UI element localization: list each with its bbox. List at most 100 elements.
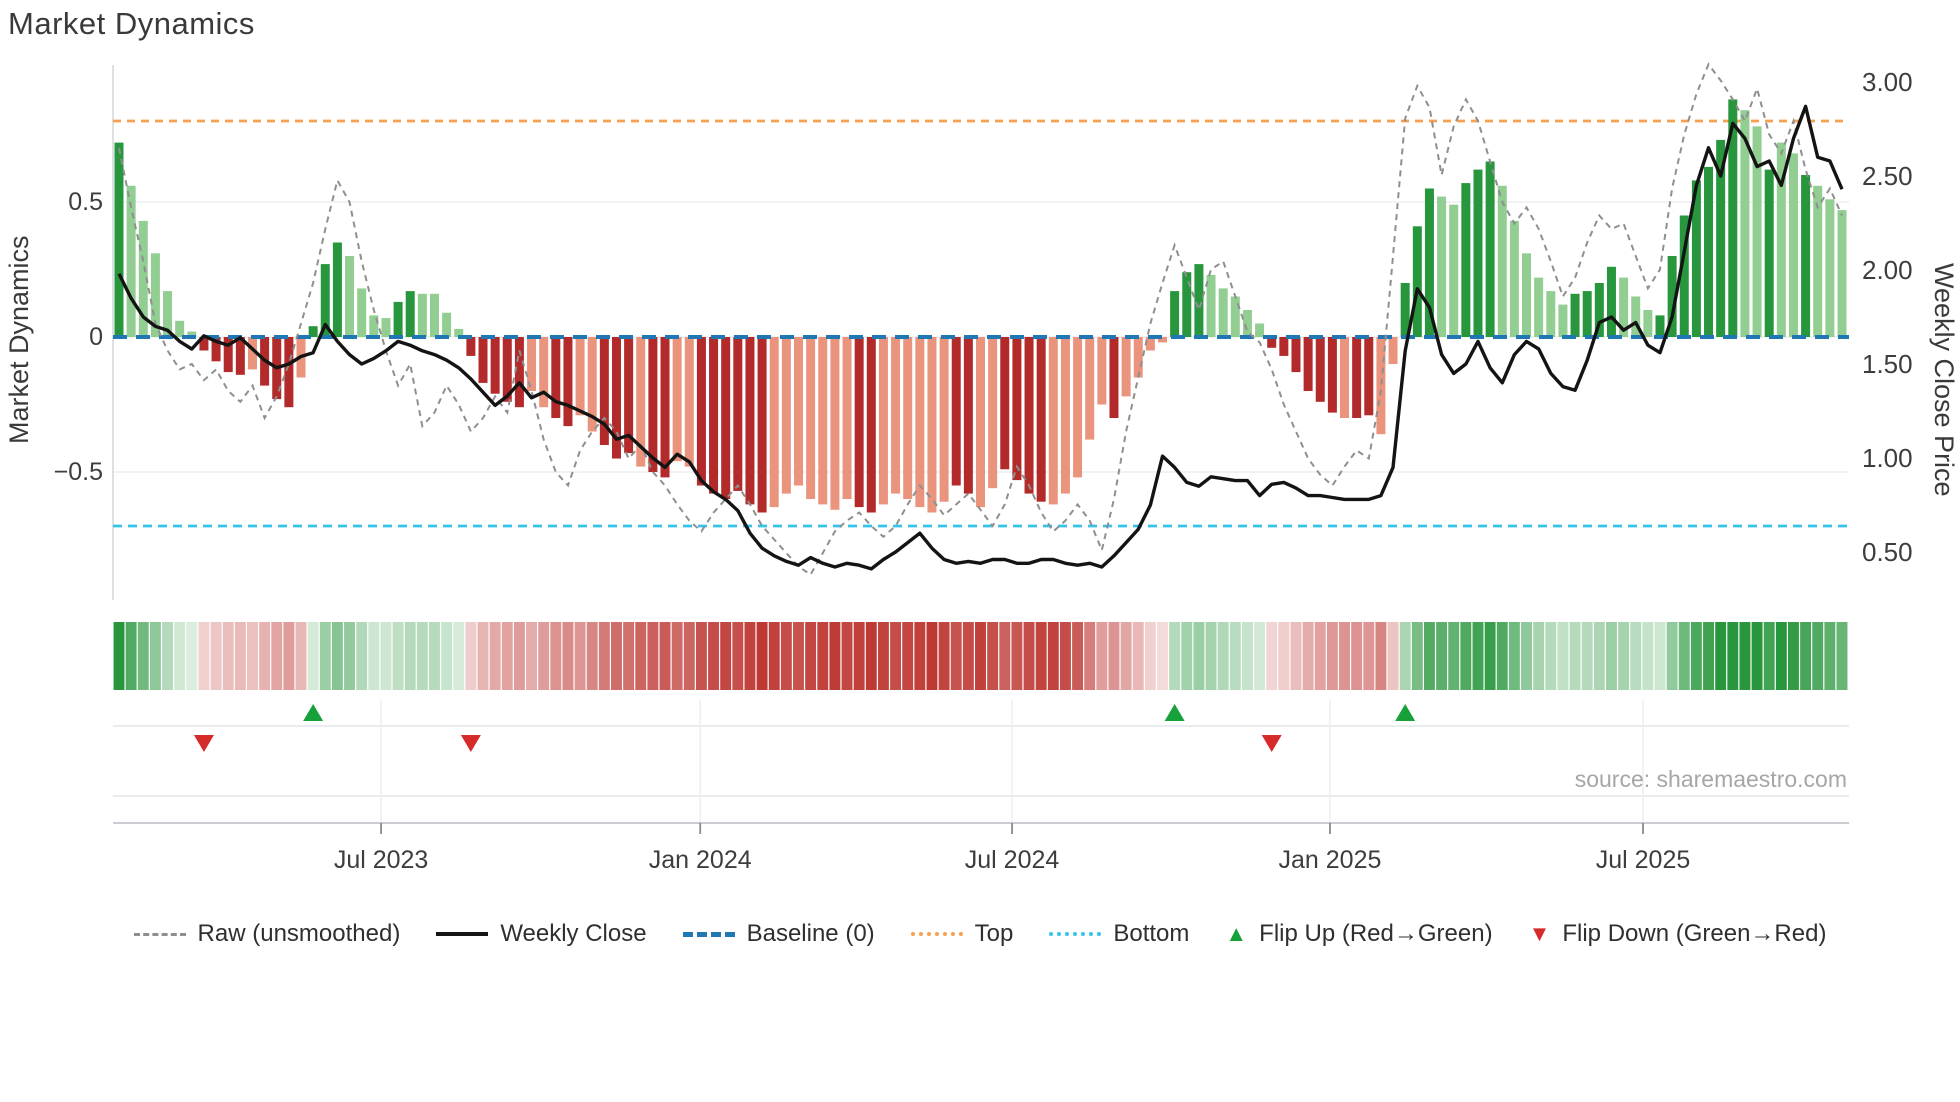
- heatmap-cell: [841, 622, 853, 690]
- heatmap-cell: [1703, 622, 1714, 690]
- oscillator-bar: [478, 337, 488, 383]
- heatmap-cell: [307, 622, 319, 690]
- legend-label: Flip Up (Red→Green): [1259, 920, 1493, 947]
- legend-swatch-icon: [1049, 932, 1102, 936]
- heatmap-cell: [550, 622, 562, 690]
- oscillator-bar: [466, 337, 476, 356]
- oscillator-bar: [1582, 291, 1592, 337]
- heatmap-cell: [1351, 622, 1363, 690]
- heatmap-cell: [1108, 622, 1120, 690]
- heatmap-cell: [1496, 622, 1508, 690]
- heatmap-cell: [1375, 622, 1387, 690]
- heatmap-cell: [162, 622, 174, 690]
- heatmap-cell: [137, 622, 149, 690]
- heatmap-cell: [149, 622, 161, 690]
- right-axis-tick: 0.50: [1862, 537, 1913, 567]
- heatmap-cell: [695, 622, 707, 690]
- legend-label: Weekly Close: [500, 920, 647, 947]
- oscillator-bar: [696, 337, 706, 486]
- x-axis-tick-label: Jan 2024: [649, 846, 752, 874]
- heatmap-cell: [1157, 622, 1168, 690]
- oscillator-bar: [1255, 323, 1265, 337]
- heatmap-cell: [441, 622, 453, 690]
- oscillator-bar: [1036, 337, 1046, 502]
- oscillator-bar: [1073, 337, 1083, 478]
- oscillator-bar: [1291, 337, 1301, 373]
- legend-item: Top: [910, 920, 1014, 948]
- oscillator-bar: [126, 185, 136, 337]
- legend-label: Top: [974, 920, 1014, 947]
- oscillator-bar: [1364, 337, 1374, 416]
- oscillator-bar: [357, 288, 367, 337]
- oscillator-bar: [1449, 204, 1459, 337]
- heatmap-cell: [1533, 622, 1545, 690]
- heatmap-cell: [1460, 622, 1472, 690]
- heatmap-cell: [368, 622, 380, 690]
- heatmap-cell: [538, 622, 550, 690]
- oscillator-bar: [575, 337, 585, 416]
- heatmap-cell: [1326, 622, 1338, 690]
- heatmap-cell: [416, 622, 428, 690]
- right-axis-tick: 2.00: [1862, 255, 1913, 285]
- heatmap-cell: [1266, 622, 1278, 690]
- oscillator-bar: [1837, 210, 1847, 337]
- heatmap-cell: [1132, 622, 1144, 690]
- oscillator-bar: [417, 293, 427, 337]
- legend-item: Baseline (0): [682, 920, 875, 948]
- oscillator-bar: [429, 293, 439, 337]
- heatmap-cell: [356, 622, 368, 690]
- heatmap-cell: [283, 622, 295, 690]
- heatmap-cell: [732, 622, 744, 690]
- oscillator-bar: [381, 318, 391, 337]
- heatmap-cell: [1120, 622, 1132, 690]
- heatmap-cell: [938, 622, 950, 690]
- heatmap-cell: [125, 622, 137, 690]
- oscillator-bar: [1230, 296, 1240, 337]
- oscillator-bar: [1182, 272, 1192, 337]
- x-axis-tick-label: Jul 2023: [334, 846, 429, 874]
- oscillator-bar: [976, 337, 985, 508]
- x-axis-tick-label: Jan 2025: [1279, 846, 1382, 874]
- left-axis-tick: 0.5: [68, 188, 103, 216]
- oscillator-bar: [830, 337, 840, 510]
- heatmap-cell: [1618, 622, 1630, 690]
- oscillator-bar: [951, 337, 961, 486]
- oscillator-bar: [332, 242, 342, 337]
- heatmap-cell: [1011, 622, 1023, 690]
- oscillator-bar: [818, 337, 828, 505]
- oscillator-bar: [1012, 337, 1022, 481]
- heatmap-cell: [513, 622, 525, 690]
- oscillator-bar: [1825, 199, 1835, 337]
- oscillator-bar: [866, 337, 876, 513]
- oscillator-bar: [551, 337, 561, 418]
- oscillator-bar: [1485, 161, 1495, 337]
- heatmap-cell: [865, 622, 877, 690]
- legend-swatch-icon: [682, 931, 735, 937]
- heatmap-cell: [1205, 622, 1217, 690]
- heatmap-cell: [234, 622, 246, 690]
- oscillator-bar: [1340, 337, 1350, 418]
- heatmap-cell: [465, 622, 477, 690]
- oscillator-bar: [1121, 337, 1131, 397]
- oscillator-bar: [1570, 293, 1580, 337]
- heatmap-cell: [1678, 622, 1690, 690]
- heatmap-cell: [526, 622, 538, 690]
- heatmap-cell: [1363, 622, 1375, 690]
- oscillator-bar: [1109, 337, 1119, 418]
- heatmap-cell: [1484, 622, 1496, 690]
- legend-item: Bottom: [1049, 920, 1189, 948]
- oscillator-bar: [1437, 196, 1447, 337]
- heatmap-cell: [1800, 622, 1812, 690]
- oscillator-bar: [1546, 291, 1556, 337]
- oscillator-bar: [988, 337, 998, 489]
- oscillator-bar: [1048, 337, 1058, 505]
- oscillator-bar: [915, 337, 925, 508]
- oscillator-bar: [1461, 183, 1471, 337]
- oscillator-bar: [1327, 337, 1337, 413]
- heatmap-cell: [1448, 622, 1460, 690]
- legend-swatch-icon: [910, 932, 963, 936]
- heatmap-cell: [186, 622, 198, 690]
- heatmap-cell: [1241, 622, 1253, 690]
- oscillator-bar: [793, 337, 803, 486]
- heatmap-cell: [319, 622, 331, 690]
